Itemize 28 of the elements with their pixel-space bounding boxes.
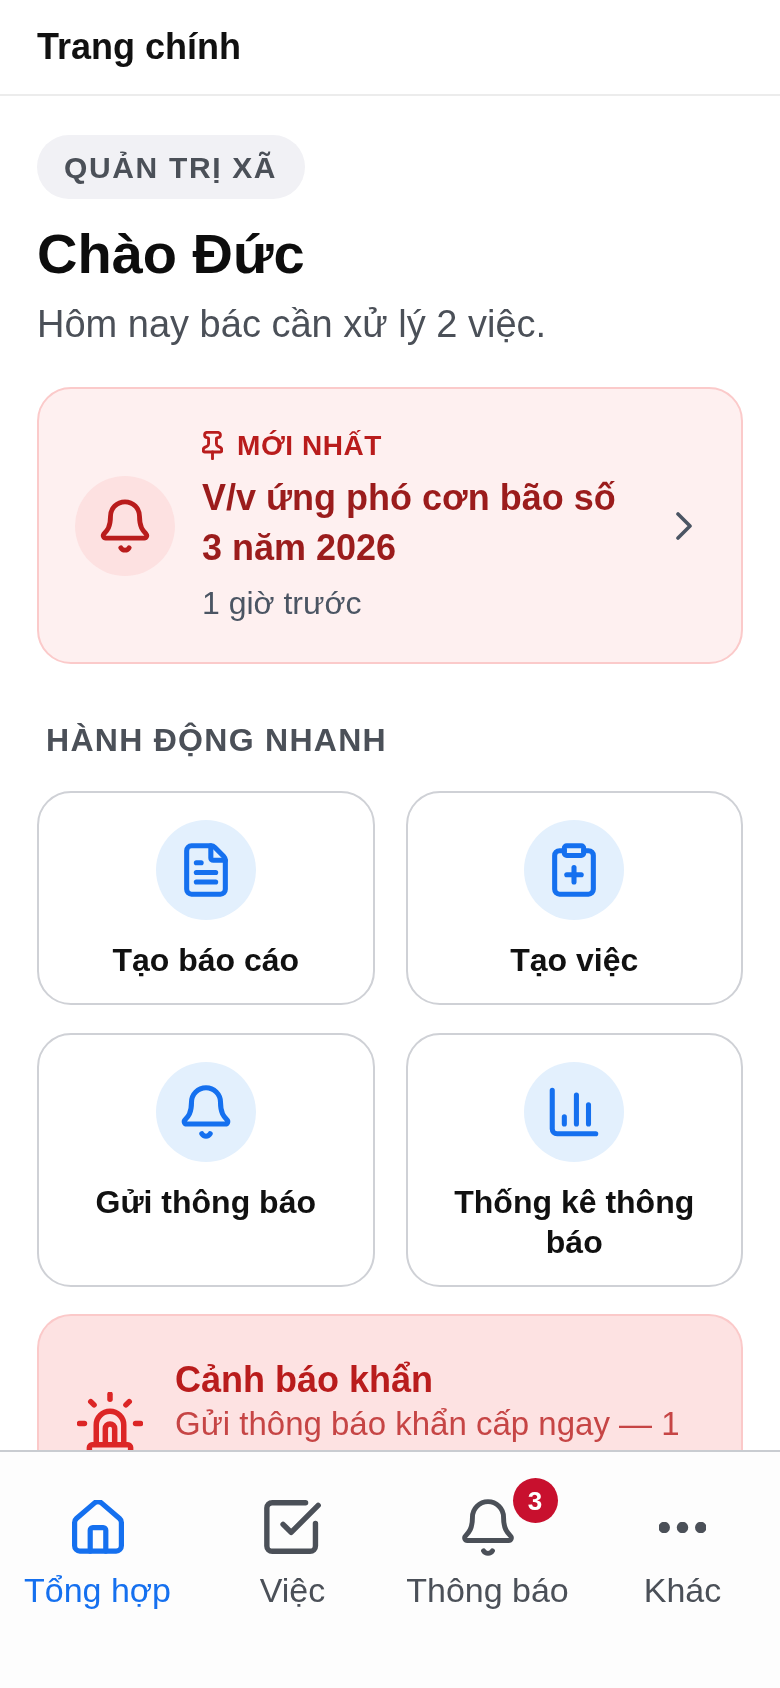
check-square-icon [264,1500,321,1554]
quick-action-button[interactable]: Tạo báo cáo [37,791,375,1005]
notice-title: V/v ứng phó cơn bão số 3 năm 2026 [202,475,617,570]
notice-time: 1 giờ trước [202,583,363,623]
siren-icon [77,1392,143,1450]
page-title: Trang chính [37,25,241,69]
quick-action-button[interactable]: Gửi thông báo [37,1033,375,1287]
latest-notice-card[interactable]: MỚI NHẤT V/v ứng phó cơn bão số 3 năm 2026 1 giờ trước [37,387,743,664]
bell-icon [461,1498,514,1556]
count-badge: 3 [512,1478,558,1523]
emergency-alert-card[interactable]: Cảnh báo khẩn Gửi thông báo khẩn cấp ngay — 1 [37,1314,743,1450]
quick-action-button[interactable]: Thống kê thông báo [405,1033,743,1287]
section-heading: HÀNH ĐỘNG NHANH [45,721,388,760]
task-summary: Hôm nay bác cần xử lý 2 việc. [37,302,548,347]
role-badge: QUẢN TRỊ XÃ [37,135,306,199]
nav-tab[interactable]: Tổng hợp [0,1452,195,1688]
notice-label: MỚI NHẤT [237,428,382,463]
quick-action-button[interactable]: Tạo việc [405,791,743,1005]
home-icon [71,1500,124,1554]
nav-tab[interactable]: Việc [195,1452,390,1688]
nav-tab[interactable]: 3 Thông báo [390,1452,585,1688]
greeting-heading: Chào Đức [37,221,306,287]
more-icon [659,1521,706,1533]
alert-title: Cảnh báo khẩn [175,1358,435,1402]
pin-icon [202,431,223,460]
chevron-right-icon [676,511,692,540]
alert-description: Gửi thông báo khẩn cấp ngay — 1 [175,1404,680,1444]
nav-tab[interactable]: Khác [585,1452,780,1688]
